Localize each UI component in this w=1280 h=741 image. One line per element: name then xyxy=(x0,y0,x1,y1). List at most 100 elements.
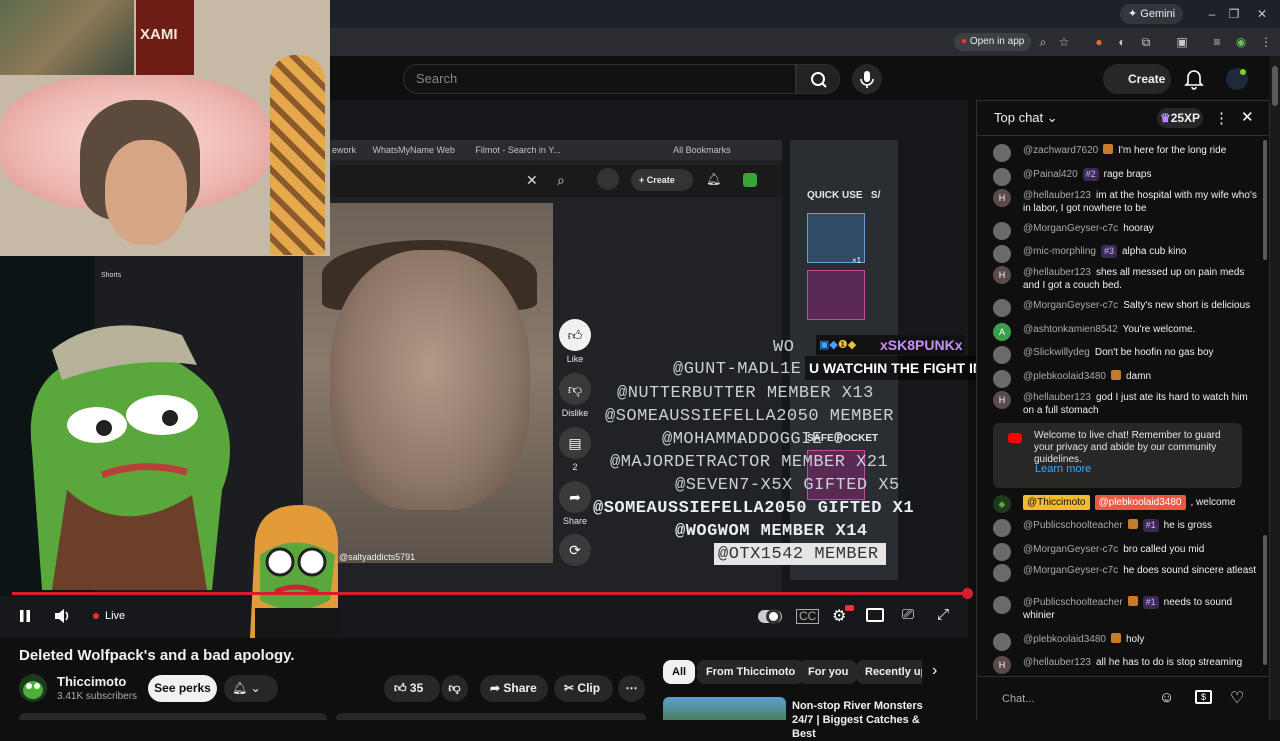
like-count: 35 xyxy=(409,681,424,695)
heart-icon[interactable]: ♡ xyxy=(1230,688,1244,708)
chat-author[interactable]: @plebkoolaid3480 xyxy=(1023,634,1106,645)
chat-avatar[interactable] xyxy=(993,168,1011,186)
chat-author[interactable]: @MorganGeyser-c7c xyxy=(1023,300,1118,311)
chat-author[interactable]: @MorganGeyser-c7c xyxy=(1023,565,1118,576)
chat-avatar[interactable] xyxy=(993,144,1011,162)
close-chat-icon[interactable]: ✕ xyxy=(1241,108,1254,126)
page-scrollbar[interactable] xyxy=(1270,56,1280,720)
menu-kebab-icon[interactable]: ⋮ xyxy=(1257,33,1275,51)
progress-bar[interactable] xyxy=(12,592,967,595)
live-label[interactable]: Live xyxy=(105,610,125,622)
clip-button[interactable]: ✂ Clip xyxy=(554,675,613,702)
extension-2-icon[interactable]: ◐ xyxy=(1113,33,1131,51)
mention-chip[interactable]: @plebkoolaid3480 xyxy=(1094,495,1186,510)
chat-author[interactable]: @MorganGeyser-c7c xyxy=(1023,544,1118,555)
chat-author[interactable]: @Slickwillydeg xyxy=(1023,347,1090,358)
create-button[interactable]: Create xyxy=(1103,64,1171,94)
subtitles-icon[interactable]: CC xyxy=(796,609,820,624)
chat-author[interactable]: @hellauber123 xyxy=(1023,190,1091,201)
chat-input[interactable]: Chat... xyxy=(993,688,1153,710)
chat-author[interactable]: @ashtonkamien8542 xyxy=(1023,324,1118,335)
open-in-app-button[interactable]: ● Open in app xyxy=(954,33,1032,51)
minimize-icon[interactable]: – xyxy=(1202,4,1222,24)
comments-card[interactable] xyxy=(336,713,646,720)
see-perks-button[interactable]: See perks xyxy=(148,675,217,702)
cast-icon[interactable]: ⎚ xyxy=(902,606,914,623)
comment-icon: ▤ xyxy=(559,427,591,459)
chat-avatar[interactable] xyxy=(993,519,1011,537)
chat-author[interactable]: @hellauber123 xyxy=(1023,267,1091,278)
chat-scrollbar-thumb[interactable] xyxy=(1263,535,1267,665)
search-input[interactable]: Search xyxy=(403,64,796,94)
extension-icon[interactable]: ● xyxy=(1090,33,1108,51)
chat-avatar[interactable] xyxy=(993,299,1011,317)
description-card[interactable] xyxy=(19,713,327,720)
chat-avatar[interactable] xyxy=(993,346,1011,364)
pause-button[interactable] xyxy=(17,608,33,624)
progress-scrubber[interactable] xyxy=(962,588,973,599)
chat-author[interactable]: @zachward7620 xyxy=(1023,145,1098,156)
notification-bell-button[interactable]: 🔔︎ ⌄ xyxy=(224,675,278,702)
zoom-icon[interactable]: ⌕ xyxy=(1034,33,1052,51)
channel-avatar[interactable] xyxy=(19,674,47,702)
chat-more-icon[interactable]: ⋮ xyxy=(1214,109,1229,127)
page-scrollbar-thumb[interactable] xyxy=(1272,66,1278,106)
chat-author[interactable]: @hellauber123 xyxy=(1023,657,1091,668)
chat-author[interactable]: @Publicschoolteacher xyxy=(1023,597,1123,608)
chat-author[interactable]: @MorganGeyser-c7c xyxy=(1023,223,1118,234)
chat-avatar[interactable] xyxy=(993,633,1011,651)
search-button[interactable] xyxy=(796,64,840,94)
like-button[interactable]: 👍︎ 35 xyxy=(384,675,440,702)
filter-chip-from-channel[interactable]: From Thiccimoto xyxy=(697,660,805,684)
chat-author[interactable]: @mic-morphling xyxy=(1023,246,1096,257)
restore-icon[interactable]: ❐ xyxy=(1224,4,1244,24)
chat-message: @plebkoolaid3480 holy xyxy=(993,633,1261,651)
chat-mode-dropdown[interactable]: Top chat ⌄ xyxy=(994,110,1058,126)
emoji-icon[interactable]: ☺ xyxy=(1159,689,1174,706)
chat-avatar[interactable] xyxy=(993,543,1011,561)
extensions-puzzle-icon[interactable]: ⧉ xyxy=(1137,33,1155,51)
recommendation-title[interactable]: Non-stop River Monsters 24/7 | Biggest C… xyxy=(792,699,942,741)
chevron-right-icon[interactable]: › xyxy=(932,662,937,680)
fullscreen-icon[interactable]: ⤢ xyxy=(937,606,949,623)
chat-avatar[interactable]: H xyxy=(993,189,1011,207)
super-chat-icon[interactable]: $ xyxy=(1195,690,1212,704)
chat-avatar[interactable]: A xyxy=(993,323,1011,341)
volume-button[interactable] xyxy=(53,607,73,625)
filter-chip-recently-uploaded[interactable]: Recently up xyxy=(856,660,922,684)
filter-chip-all[interactable]: All xyxy=(663,660,696,684)
xp-badge[interactable]: ♛25XP xyxy=(1157,108,1203,128)
bookmark-star-icon[interactable]: ☆ xyxy=(1055,33,1073,51)
profile-icon[interactable]: ◉ xyxy=(1232,33,1250,51)
filter-chip-for-you[interactable]: For you xyxy=(799,660,858,684)
shorts-label: Shorts xyxy=(101,272,122,279)
chat-avatar[interactable] xyxy=(993,245,1011,263)
channel-name[interactable]: Thiccimoto xyxy=(57,674,126,689)
chat-avatar[interactable] xyxy=(993,564,1011,582)
reading-list-icon[interactable]: ≡ xyxy=(1208,33,1226,51)
cast-tab-icon[interactable]: ▣ xyxy=(1173,33,1191,51)
owner-author[interactable]: @Thiccimoto xyxy=(1023,495,1090,510)
chat-scrollbar[interactable] xyxy=(1263,140,1267,260)
gemini-button[interactable]: ✦ Gemini xyxy=(1120,4,1184,24)
chat-avatar[interactable] xyxy=(993,222,1011,240)
chat-avatar[interactable] xyxy=(993,370,1011,388)
chat-avatar[interactable]: H xyxy=(993,656,1011,674)
miniplayer-icon[interactable] xyxy=(866,608,884,622)
voice-search-button[interactable] xyxy=(852,64,882,94)
more-actions-button[interactable]: ⋯ xyxy=(618,675,645,702)
notifications-button[interactable] xyxy=(1184,68,1204,90)
chat-author[interactable]: @Painal420 xyxy=(1023,169,1078,180)
recommendation-thumbnail[interactable] xyxy=(663,697,786,720)
close-window-icon[interactable]: ✕ xyxy=(1252,4,1272,24)
chat-author[interactable]: @plebkoolaid3480 xyxy=(1023,371,1106,382)
chat-avatar[interactable] xyxy=(993,596,1011,614)
chat-author[interactable]: @Publicschoolteacher xyxy=(1023,520,1123,531)
chat-author[interactable]: @hellauber123 xyxy=(1023,392,1091,403)
chat-avatar[interactable]: H xyxy=(993,391,1011,409)
chat-message: H @hellauber123 shes all messed up on pain… xyxy=(993,266,1261,292)
chat-avatar[interactable]: H xyxy=(993,266,1011,284)
learn-more-link[interactable]: Learn more xyxy=(1035,463,1091,475)
share-button[interactable]: ➦ Share xyxy=(480,675,548,702)
dislike-button[interactable]: 👎︎ xyxy=(441,675,468,702)
